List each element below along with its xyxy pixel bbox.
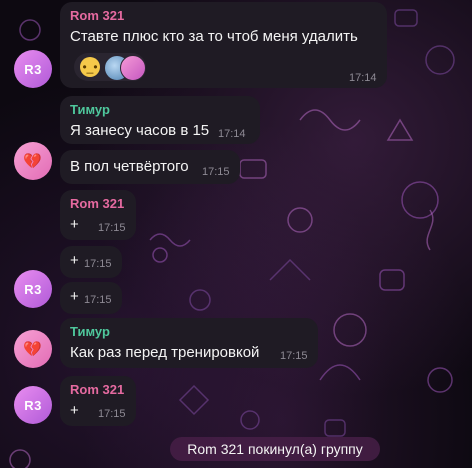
message-bubble[interactable]: Rom 321 + 17:15 bbox=[60, 190, 136, 240]
avatar-timur[interactable]: 💔 bbox=[14, 142, 52, 180]
message-time: 17:15 bbox=[98, 222, 126, 234]
message-time: 17:15 bbox=[280, 350, 308, 362]
wallpaper-doodle bbox=[269, 258, 311, 281]
wallpaper-doodle bbox=[386, 118, 414, 141]
wallpaper-doodle bbox=[427, 367, 453, 393]
heart-icon: 💔 bbox=[23, 341, 43, 358]
sender-name[interactable]: Rom 321 bbox=[70, 8, 124, 23]
message-bubble[interactable]: Тимур Как раз перед тренировкой 17:15 bbox=[60, 318, 318, 368]
sender-name[interactable]: Тимур bbox=[70, 102, 110, 117]
message-bubble[interactable]: + 17:15 bbox=[60, 246, 122, 278]
neutral-face-emoji[interactable]: •_• bbox=[80, 57, 100, 77]
message-text: Как раз перед тренировкой bbox=[70, 344, 260, 361]
message-text: + bbox=[70, 216, 79, 233]
sender-name[interactable]: Тимур bbox=[70, 324, 110, 339]
wallpaper-doodle bbox=[149, 233, 191, 247]
wallpaper-doodle bbox=[401, 181, 439, 219]
wallpaper-doodle bbox=[319, 364, 361, 381]
message-bubble[interactable]: + 17:15 bbox=[60, 282, 122, 314]
message-bubble[interactable]: Rom 321 + 17:15 bbox=[60, 376, 136, 426]
avatar-rom-321[interactable]: R3 bbox=[14, 270, 52, 308]
sender-name[interactable]: Rom 321 bbox=[70, 382, 124, 397]
wallpaper-doodle bbox=[324, 419, 346, 437]
wallpaper-doodle bbox=[178, 384, 210, 416]
message-text: + bbox=[70, 402, 79, 419]
message-bubble[interactable]: Rom 321 Ставте плюс кто за то чтоб меня … bbox=[60, 2, 387, 88]
message-bubble[interactable]: В пол четвёртого 17:15 bbox=[60, 150, 240, 184]
message-text: + bbox=[70, 252, 79, 269]
message-time: 17:15 bbox=[84, 294, 112, 306]
avatar-rom-321[interactable]: R3 bbox=[14, 386, 52, 424]
wallpaper-doodle bbox=[240, 410, 260, 430]
wallpaper-doodle bbox=[152, 247, 168, 263]
wallpaper-doodle bbox=[239, 159, 267, 179]
message-bubble[interactable]: Тимур Я занесу часов в 15 17:14 bbox=[60, 96, 260, 144]
wallpaper-doodle bbox=[287, 207, 313, 233]
avatar-initials: R3 bbox=[24, 397, 42, 413]
wallpaper-doodle bbox=[19, 19, 41, 41]
avatar-initials: R3 bbox=[24, 281, 42, 297]
reactions-bar[interactable]: •_• bbox=[74, 53, 146, 81]
avatar-timur[interactable]: 💔 bbox=[14, 330, 52, 368]
wallpaper-doodle bbox=[9, 449, 31, 468]
wallpaper-doodle bbox=[333, 313, 367, 347]
wallpaper-doodle bbox=[394, 9, 418, 27]
user-avatar[interactable] bbox=[120, 55, 146, 81]
wallpaper-doodle bbox=[379, 269, 405, 291]
message-time: 17:15 bbox=[84, 258, 112, 270]
message-text: Ставте плюс кто за то чтоб меня удалить bbox=[70, 28, 358, 45]
message-time: 17:14 bbox=[218, 128, 246, 140]
avatar-rom-321[interactable]: R3 bbox=[14, 50, 52, 88]
message-time: 17:14 bbox=[349, 72, 377, 84]
message-text: Я занесу часов в 15 bbox=[70, 122, 210, 139]
wallpaper-doodle bbox=[425, 45, 455, 75]
wallpaper-doodle bbox=[299, 109, 361, 131]
service-message: Rom 321 покинул(а) группу bbox=[170, 437, 380, 461]
sender-name[interactable]: Rom 321 bbox=[70, 196, 124, 211]
message-text: + bbox=[70, 288, 79, 305]
heart-icon: 💔 bbox=[23, 153, 43, 170]
message-time: 17:15 bbox=[98, 408, 126, 420]
avatar-initials: R3 bbox=[24, 61, 42, 77]
message-time: 17:15 bbox=[202, 166, 230, 178]
wallpaper-doodle bbox=[189, 289, 211, 311]
message-text: В пол четвёртого bbox=[70, 158, 189, 175]
